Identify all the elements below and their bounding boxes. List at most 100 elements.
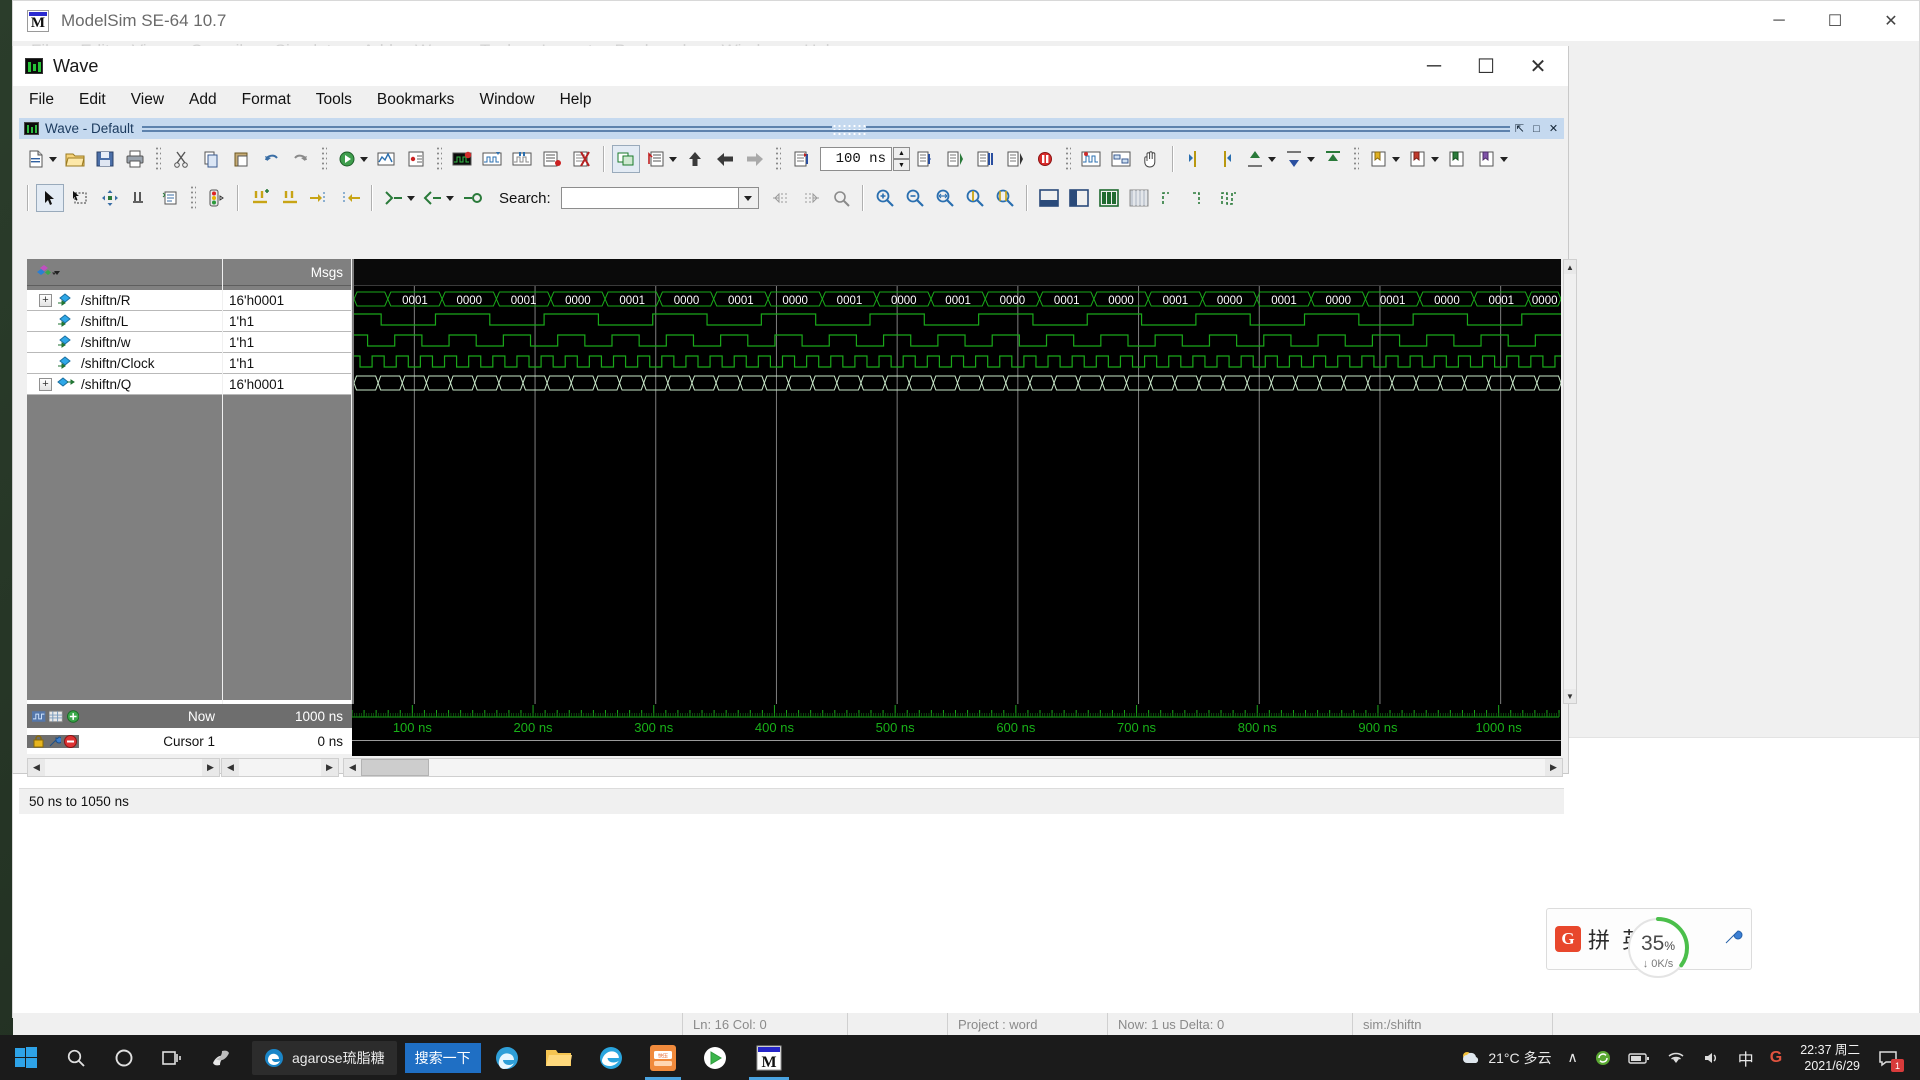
windows-start-icon[interactable] (0, 1035, 52, 1080)
toolbar-grip-4[interactable] (775, 146, 781, 172)
bookmark-edit-dropdown-icon[interactable] (1500, 157, 1508, 162)
pan-hand-icon[interactable] (1137, 145, 1165, 173)
run-length-decrement[interactable]: ▼ (893, 159, 910, 171)
print-icon[interactable] (121, 145, 149, 173)
wave-list-icon[interactable] (538, 145, 566, 173)
taskbar-app-ie[interactable] (585, 1035, 637, 1080)
toolbar-grip-5[interactable] (1065, 146, 1071, 172)
wave-view-icon[interactable] (1077, 145, 1105, 173)
wave-log-icon[interactable] (508, 145, 536, 173)
clock-widget[interactable]: 22:37 周二 2021/6/29 (1790, 1035, 1870, 1080)
taskbar-search-chip[interactable]: 搜索一下 (405, 1043, 481, 1073)
insert-breakpoint-icon[interactable] (276, 184, 304, 212)
signal-row-Clock[interactable]: /shiftn/Clock (27, 353, 222, 374)
search-input[interactable] (561, 187, 739, 209)
force-value-icon[interactable] (202, 184, 230, 212)
signal-row-w[interactable]: /shiftn/w (27, 332, 222, 353)
wave-dock-close-button[interactable]: ✕ (1546, 121, 1561, 136)
step-icon[interactable] (1001, 145, 1029, 173)
cursor-down-dropdown-icon[interactable] (1307, 157, 1315, 162)
menu-view[interactable]: View (131, 91, 164, 109)
scroll-up-arrow[interactable]: ▲ (1564, 260, 1576, 274)
zoom-out-icon[interactable] (901, 184, 929, 212)
wave-titlebar[interactable]: Wave ─ ☐ ✕ (13, 46, 1568, 86)
run-length-input[interactable]: 100 ns (820, 147, 892, 171)
wrench-icon[interactable] (1723, 927, 1743, 951)
waveform-scroll-right-arrow[interactable]: ▶ (1545, 759, 1562, 776)
collapse-all-dropdown-icon[interactable] (446, 196, 454, 201)
zoom-in-icon[interactable] (871, 184, 899, 212)
run-all-icon[interactable] (971, 145, 999, 173)
toolbar-grip-1[interactable] (155, 146, 161, 172)
bookmark-add-dropdown-icon[interactable] (1392, 157, 1400, 162)
cursor-value[interactable]: 0 ns (224, 734, 352, 749)
menu-file[interactable]: File (29, 91, 54, 109)
tray-expand-chevron-icon[interactable]: ∧ (1560, 1035, 1586, 1080)
restart-icon[interactable] (787, 145, 815, 173)
waveform-scroll-trough[interactable] (361, 759, 1545, 776)
wave-dock-strip[interactable]: Wave - Default ⇱ □ ✕ (19, 118, 1564, 139)
taskbar-app-modelsim[interactable]: M (741, 1035, 797, 1080)
edit-properties-icon[interactable] (156, 184, 184, 212)
search-next-icon[interactable] (797, 184, 825, 212)
move-right-icon[interactable] (741, 145, 769, 173)
waveform-scroll-left-arrow[interactable]: ◀ (344, 759, 361, 776)
compile-icon[interactable] (333, 145, 361, 173)
modelsim-minimize-button[interactable]: ─ (1751, 1, 1807, 41)
run-length-stepper[interactable]: 100 ns ▲ ▼ (820, 147, 910, 171)
taskbar-app-file-explorer[interactable] (533, 1035, 585, 1080)
toolbar-grip-2[interactable] (321, 146, 327, 172)
menu-window[interactable]: Window (479, 91, 534, 109)
wave-compare-icon[interactable] (478, 145, 506, 173)
paste-icon[interactable] (227, 145, 255, 173)
cursor-top-icon[interactable] (1319, 145, 1347, 173)
copy-icon[interactable] (197, 145, 225, 173)
insert-cursor-dropdown-icon[interactable] (669, 157, 677, 162)
cut-icon[interactable] (167, 145, 195, 173)
dock-split-icon[interactable] (1095, 184, 1123, 212)
simulate-icon[interactable] (372, 145, 400, 173)
search-prev-icon[interactable] (767, 184, 795, 212)
wave-close-button[interactable]: ✕ (1512, 46, 1564, 86)
taskbar-app-orange[interactable]: 快压 (637, 1035, 689, 1080)
dock-bottom-icon[interactable] (1035, 184, 1063, 212)
waveform-canvas[interactable]: 0001000000010000000100000001000000010000… (352, 259, 1561, 704)
wave-dock-grip[interactable] (832, 124, 866, 135)
search-options-icon[interactable] (827, 184, 855, 212)
scroll-down-arrow[interactable]: ▼ (1564, 689, 1576, 703)
expand-all-dropdown-icon[interactable] (407, 196, 415, 201)
expand-all-icon[interactable] (380, 184, 408, 212)
insert-divider-icon[interactable] (246, 184, 274, 212)
grid-toggle-icon[interactable] (1125, 184, 1153, 212)
edit-mode-icon[interactable] (126, 184, 154, 212)
grid-snap-left-icon[interactable] (1155, 184, 1183, 212)
expand-selected-icon[interactable] (458, 184, 486, 212)
cursor-down-icon[interactable] (1280, 145, 1308, 173)
values-horizontal-scrollbar[interactable]: ◀ ▶ (221, 758, 339, 777)
grid-snap-both-icon[interactable] (1215, 184, 1243, 212)
cursor-row[interactable]: Cursor 1 0 ns (27, 729, 352, 754)
zoom-range-icon[interactable] (991, 184, 1019, 212)
bookmark-add-icon[interactable] (1365, 145, 1393, 173)
names-scroll-trough[interactable] (45, 759, 202, 776)
sync-icon[interactable] (1586, 1035, 1620, 1080)
save-icon[interactable] (91, 145, 119, 173)
taskbar-app-edge-legacy[interactable]: agarose琉脂糖 (252, 1041, 397, 1075)
names-scroll-right-arrow[interactable]: ▶ (202, 759, 219, 776)
zoom-select-mode-icon[interactable] (66, 184, 94, 212)
show-desktop-bar[interactable] (1906, 1035, 1914, 1080)
dock-left-icon[interactable] (1065, 184, 1093, 212)
signal-row-Q[interactable]: + /shiftn/Q (27, 374, 222, 395)
modelsim-close-button[interactable]: ✕ (1863, 1, 1919, 41)
wave-undock-button[interactable]: ⇱ (1512, 121, 1527, 136)
break-icon[interactable] (402, 145, 430, 173)
continue-run-icon[interactable] (941, 145, 969, 173)
volume-icon[interactable] (1694, 1035, 1730, 1080)
cursor-up-dropdown-icon[interactable] (1268, 157, 1276, 162)
wave-maximize-button[interactable]: ☐ (1460, 46, 1512, 86)
cursor-up-icon[interactable] (1241, 145, 1269, 173)
values-scroll-left-arrow[interactable]: ◀ (222, 759, 239, 776)
cursor-find-next-icon[interactable] (1211, 145, 1239, 173)
task-view-icon[interactable] (148, 1035, 196, 1080)
toolbar2-grip-1[interactable] (190, 185, 196, 211)
